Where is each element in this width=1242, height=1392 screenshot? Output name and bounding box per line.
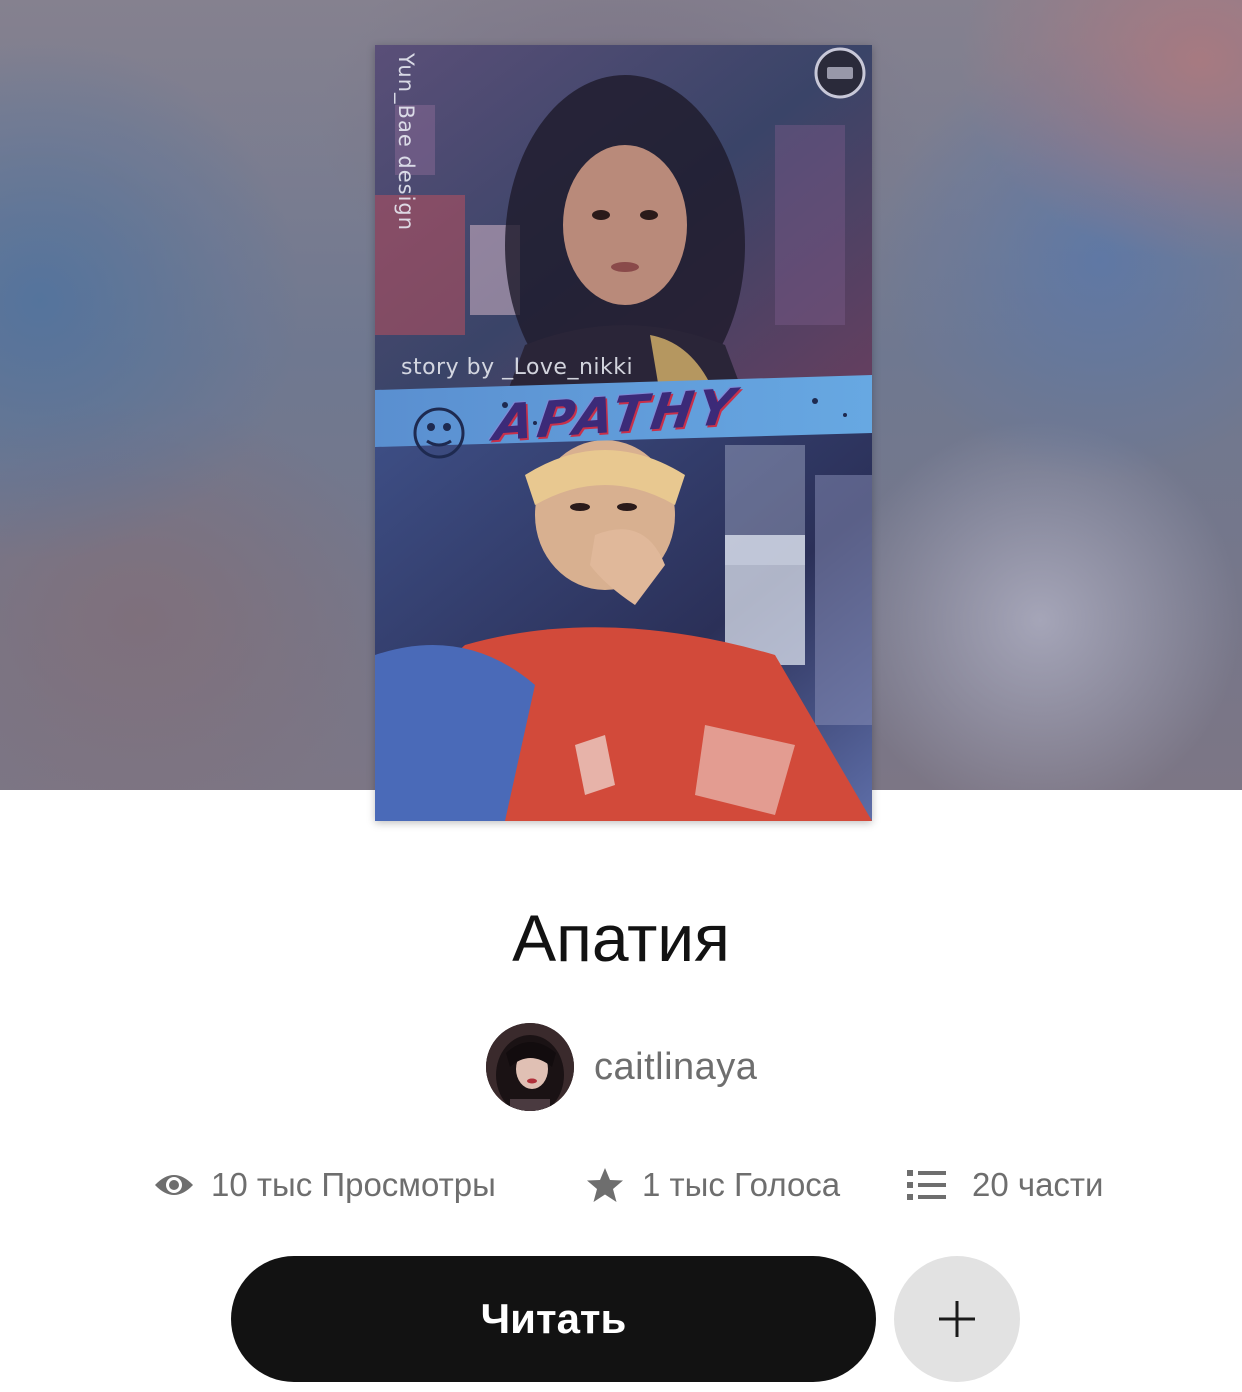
cover-designer-credit: Yun_Bae design <box>394 53 418 232</box>
views-stat: 10 тыс Просмотры <box>153 1160 496 1210</box>
story-title: Апатия <box>512 901 730 975</box>
votes-count: 1 тыс Голоса <box>642 1166 841 1203</box>
eye-icon <box>153 1170 195 1200</box>
add-to-library-button[interactable] <box>894 1256 1020 1382</box>
parts-stat: 20 части <box>907 1160 1103 1210</box>
parts-count: 20 части <box>972 1166 1104 1203</box>
star-icon <box>586 1167 624 1203</box>
read-button[interactable]: Читать <box>231 1256 876 1382</box>
views-count: 10 тыс Просмотры <box>211 1166 496 1203</box>
author-link[interactable]: caitlinaya <box>486 1023 757 1111</box>
cover-story-credit: story by _Love_nikki <box>401 355 634 380</box>
author-name[interactable]: caitlinaya <box>594 1046 757 1089</box>
avatar-image <box>486 1023 574 1111</box>
author-avatar[interactable] <box>486 1023 574 1111</box>
list-icon <box>907 1168 947 1202</box>
plus-icon <box>939 1301 975 1337</box>
votes-stat: 1 тыс Голоса <box>586 1160 840 1210</box>
